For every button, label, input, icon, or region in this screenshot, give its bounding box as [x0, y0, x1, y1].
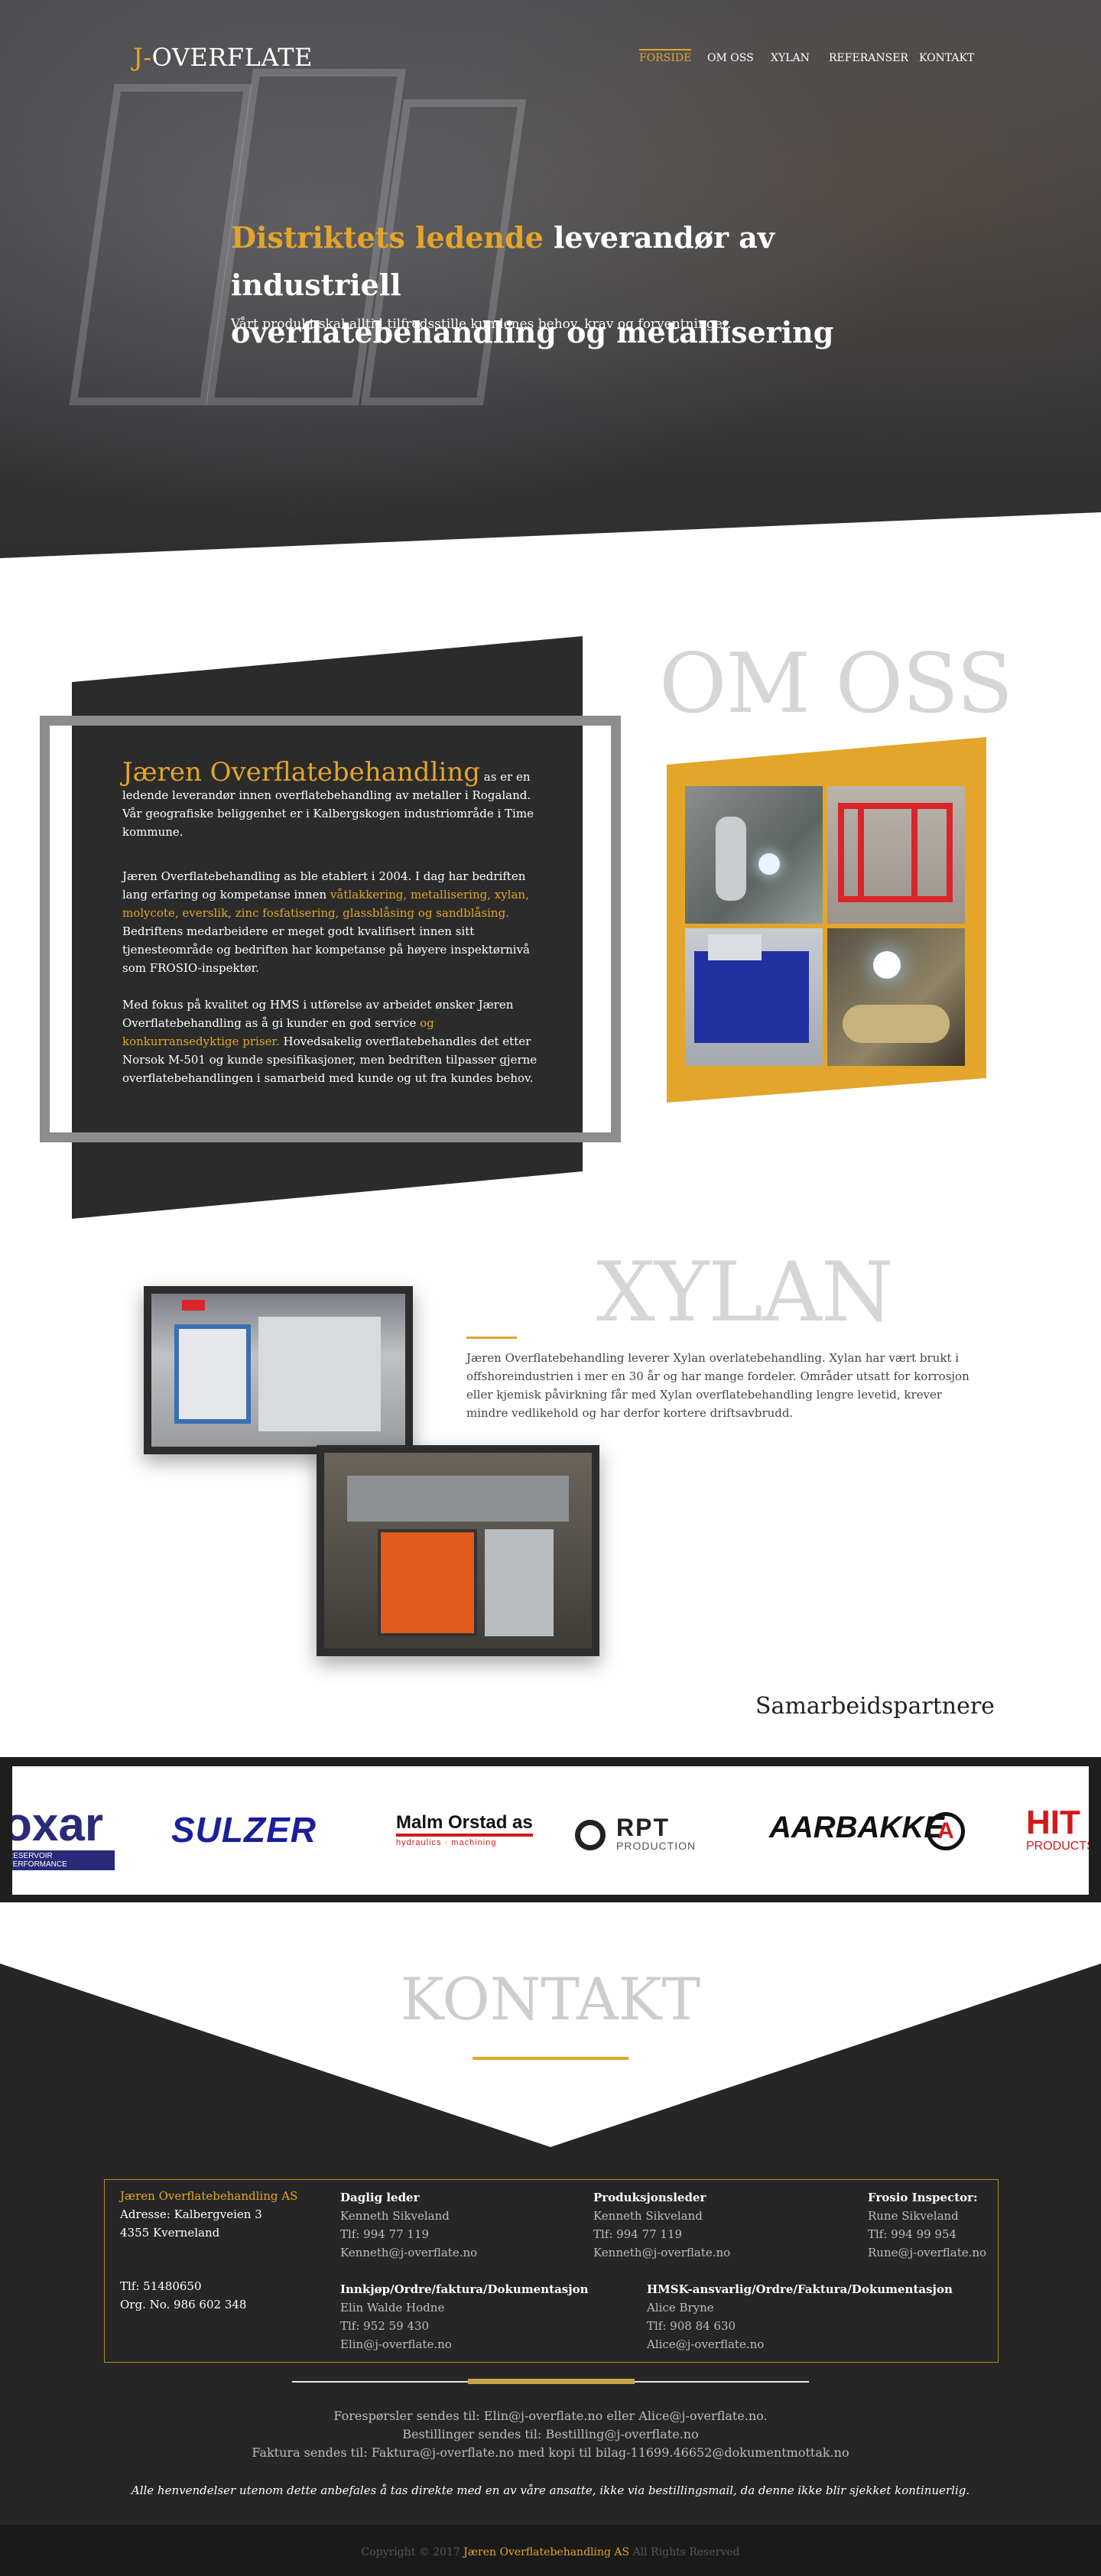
kontakt-accent-line — [473, 2057, 628, 2060]
hmsk-email-link[interactable]: Alice@j-overflate.no — [647, 2335, 953, 2353]
xylan-title: XYLAN — [596, 1245, 893, 1340]
daglig-email-link[interactable]: Kenneth@j-overflate.no — [340, 2243, 477, 2262]
aarbakke-a-icon: A — [927, 1812, 965, 1850]
xylan-accent-line — [466, 1337, 517, 1339]
partner-logo-sulzer[interactable]: SULZER — [171, 1809, 317, 1850]
site-logo[interactable]: J-OVERFLATE — [133, 43, 313, 72]
gallery-image-red-frame[interactable] — [827, 786, 965, 924]
hero-section: J-OVERFLATE FORSIDE OM OSS XYLAN REFERAN… — [0, 0, 1101, 612]
company-name-heading: Jæren Overflatebehandling — [122, 757, 480, 788]
frosio-email-link[interactable]: Rune@j-overflate.no — [868, 2243, 986, 2262]
nav-item-om-oss[interactable]: OM OSS — [707, 52, 754, 70]
contact-produksjonsleder: Produksjonsleder Kenneth Sikveland Tlf: … — [593, 2188, 730, 2262]
om-oss-paragraph-3: Med fokus på kvalitet og HMS i utførelse… — [122, 998, 538, 1085]
gallery-image-blue-container[interactable] — [685, 928, 823, 1066]
om-oss-title: OM OSS — [659, 636, 1013, 732]
info-bestillinger: Bestillinger sendes til: Bestilling@j-ov… — [402, 2427, 699, 2441]
xylan-image-oven[interactable] — [317, 1445, 599, 1656]
copyright: Copyright © 2017 Jæren Overflatebehandli… — [361, 2546, 740, 2558]
prod-email-link[interactable]: Kenneth@j-overflate.no — [593, 2243, 730, 2262]
partners-carousel[interactable]: oxar RESERVOIR PERFORMANCE SULZER Malm O… — [12, 1766, 1089, 1895]
partners-title: Samarbeidspartnere — [755, 1693, 995, 1720]
nav-item-kontakt[interactable]: KONTAKT — [919, 52, 974, 70]
contact-innkjop: Innkjøp/Ordre/faktura/Dokumentasjon Elin… — [340, 2280, 589, 2353]
contact-frosio-inspector: Frosio Inspector: Rune Sikveland Tlf: 99… — [868, 2188, 986, 2262]
footer-divider-accent — [468, 2379, 635, 2384]
om-oss-intro: Jæren Overflatebehandling as er en leden… — [122, 757, 534, 839]
contact-daglig-leder: Daglig leder Kenneth Sikveland Tlf: 994 … — [340, 2188, 477, 2262]
info-forespørsler: Forespørsler sendes til: Elin@j-overflat… — [333, 2409, 768, 2423]
rpt-circle-icon — [575, 1820, 606, 1850]
contact-company-numbers: Tlf: 51480650 Org. No. 986 602 348 — [120, 2279, 247, 2311]
kontakt-title: KONTAKT — [400, 1965, 701, 2033]
contact-hmsk: HMSK-ansvarlig/Ordre/Faktura/Dokumentasj… — [647, 2280, 953, 2353]
hero-headline: Distriktets ledende leverandør av indust… — [231, 220, 834, 349]
info-note: Alle henvendelser utenom dette anbefales… — [131, 2483, 970, 2497]
contact-company: Jæren Overflatebehandling AS Adresse: Ka… — [120, 2189, 298, 2240]
nav-item-xylan[interactable]: XYLAN — [771, 52, 810, 70]
partner-logo-hit[interactable]: HIT PRODUCTS — [1026, 1806, 1089, 1853]
innkjop-email-link[interactable]: Elin@j-overflate.no — [340, 2335, 589, 2353]
partner-logo-oxar[interactable]: oxar RESERVOIR PERFORMANCE — [12, 1801, 115, 1870]
gallery-image-welding[interactable] — [827, 928, 965, 1066]
xylan-description: Jæren Overflatebehandling leverer Xylan … — [466, 1351, 969, 1420]
gallery-image-workshop[interactable] — [685, 786, 823, 924]
partner-logo-malm-orstad[interactable]: Malm Orstad as hydraulics · machining — [396, 1812, 533, 1847]
nav-item-referanser[interactable]: REFERANSER — [829, 52, 908, 70]
om-oss-paragraph-2: Jæren Overflatebehandling as ble etabler… — [122, 869, 530, 975]
partner-logo-aarbakke[interactable]: AARBAKKE — [769, 1811, 944, 1845]
info-faktura: Faktura sendes til: Faktura@j-overflate.… — [252, 2445, 849, 2460]
hero-subtitle: Vårt produkt skal alltid tilfredsstille … — [231, 317, 732, 332]
nav-item-forside[interactable]: FORSIDE — [639, 49, 692, 67]
xylan-image-paint-booth[interactable] — [144, 1286, 413, 1454]
